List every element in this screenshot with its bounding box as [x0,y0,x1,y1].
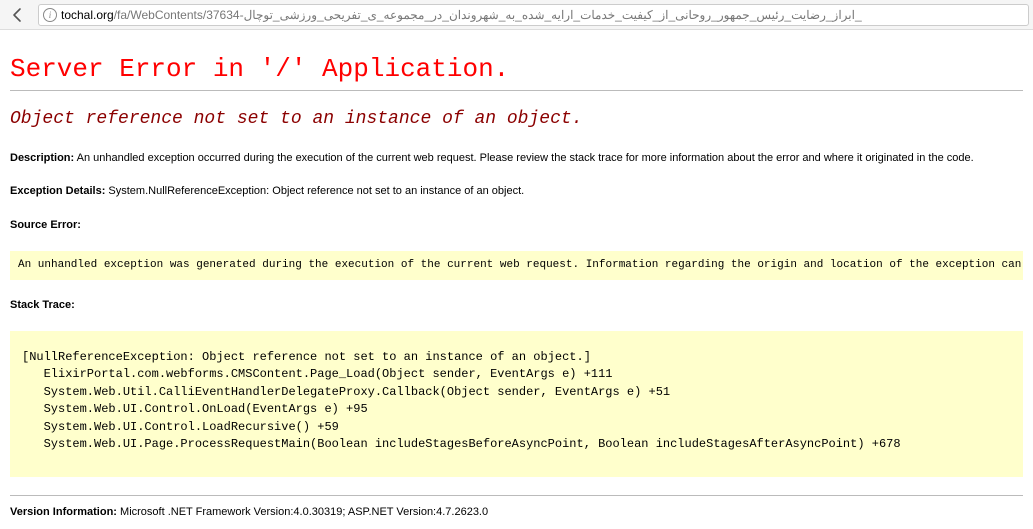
stack-trace-box: [NullReferenceException: Object referenc… [10,331,1023,477]
version-text: Microsoft .NET Framework Version:4.0.303… [117,506,488,518]
page-content: Server Error in '/' Application. Object … [0,30,1033,528]
description-label: Description: [10,152,74,164]
url-path: /fa/WebContents/37634-ابراز_رضایت_رئیس_ج… [114,8,862,22]
exception-details-text: System.NullReferenceException: Object re… [105,185,524,197]
stack-trace-section: Stack Trace: [10,298,1023,313]
description-text: An unhandled exception occurred during t… [74,152,973,164]
exception-details-label: Exception Details: [10,185,105,197]
url-domain: tochal.org [61,8,114,22]
url-bar[interactable]: i tochal.org/fa/WebContents/37634-ابراز_… [38,4,1029,26]
exception-details-section: Exception Details: System.NullReferenceE… [10,184,1023,199]
back-button[interactable] [4,3,32,27]
source-error-label: Source Error: [10,219,81,231]
divider [10,90,1023,91]
source-error-section: Source Error: [10,218,1023,233]
stack-trace-label: Stack Trace: [10,299,75,311]
error-heading: Server Error in '/' Application. [10,54,1023,84]
description-section: Description: An unhandled exception occu… [10,151,1023,166]
version-label: Version Information: [10,506,117,518]
back-arrow-icon [10,7,26,23]
error-subheading: Object reference not set to an instance … [10,109,1023,129]
version-info: Version Information: Microsoft .NET Fram… [10,506,1023,518]
browser-toolbar: i tochal.org/fa/WebContents/37634-ابراز_… [0,0,1033,30]
divider [10,495,1023,496]
source-error-box: An unhandled exception was generated dur… [10,251,1023,280]
site-info-icon[interactable]: i [43,8,57,22]
